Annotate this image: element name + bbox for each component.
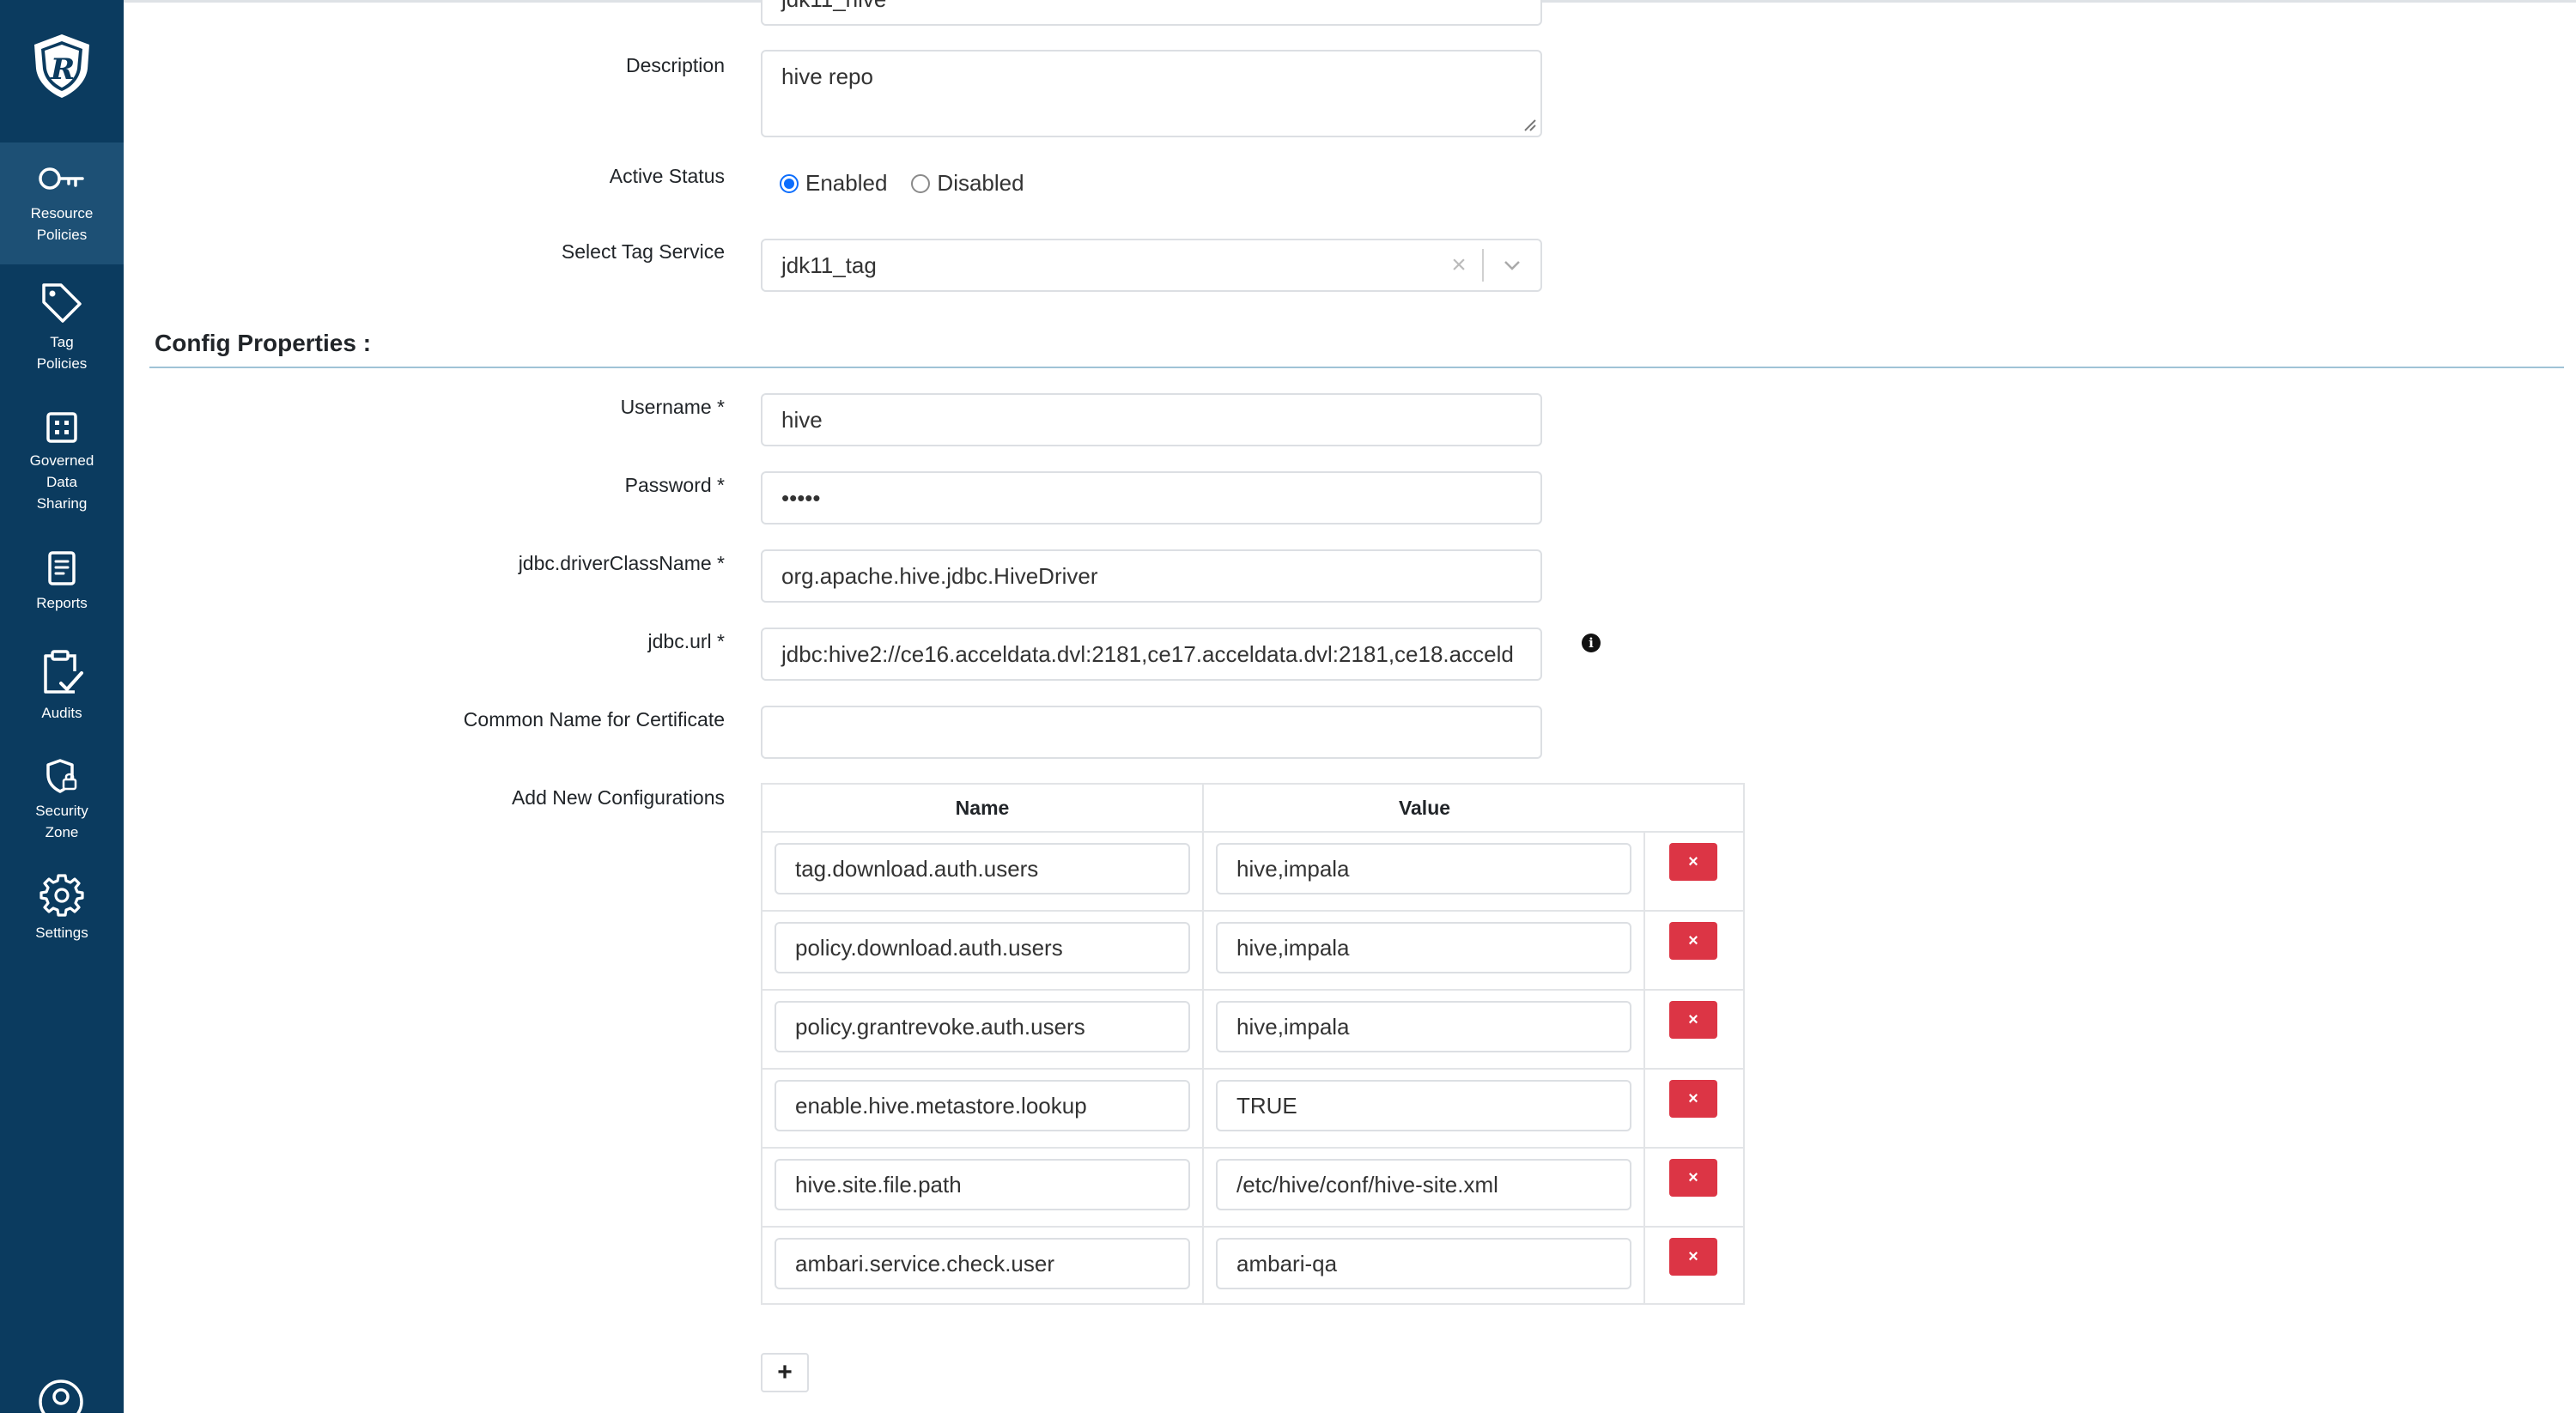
chevron-down-icon[interactable] (1484, 240, 1540, 290)
delete-row-button[interactable]: × (1669, 1238, 1717, 1276)
disabled-radio[interactable] (911, 173, 931, 193)
delete-row-button[interactable]: × (1669, 922, 1717, 960)
config-value-input[interactable]: ambari-qa (1216, 1238, 1631, 1289)
password-label: Password * (624, 474, 725, 496)
info-icon[interactable]: i (1582, 634, 1601, 652)
delete-row-button[interactable]: × (1669, 1001, 1717, 1039)
row-divider (762, 910, 1743, 912)
config-value-input[interactable]: /etc/hive/conf/hive-site.xml (1216, 1159, 1631, 1210)
sidebar-item-settings[interactable]: Settings (0, 872, 124, 958)
config-value-input[interactable]: hive,impala (1216, 922, 1631, 973)
row-divider (762, 989, 1743, 991)
svg-text:R: R (50, 52, 75, 87)
gear-icon (39, 874, 84, 917)
sidebar-item-governed-data-sharing[interactable]: Governed Data Sharing (0, 410, 124, 531)
delete-row-button[interactable]: × (1669, 1159, 1717, 1197)
config-name-input[interactable]: hive.site.file.path (775, 1159, 1190, 1210)
enabled-radio[interactable] (780, 173, 799, 193)
select-tag-service-label: Select Tag Service (561, 240, 725, 263)
sidebar-item-security-zone[interactable]: Security Zone (0, 757, 124, 857)
report-icon (48, 551, 76, 585)
common-name-label: Common Name for Certificate (463, 708, 725, 731)
section-divider (149, 367, 2564, 368)
clipboard-check-icon (44, 650, 83, 694)
sidebar-item-label: Reports (36, 595, 88, 611)
delete-row-button[interactable]: × (1669, 1080, 1717, 1118)
sidebar-item-label: Governed Data Sharing (29, 452, 94, 512)
description-textarea[interactable]: hive repo (761, 50, 1542, 137)
tag-service-value: jdk11_tag (781, 252, 877, 278)
active-status-label: Active Status (609, 165, 725, 187)
sidebar-item-label: Security Zone (35, 803, 88, 840)
active-status-radios: Enabled Disabled (780, 170, 1048, 197)
jdbc-url-input[interactable]: jdbc:hive2://ce16.acceldata.dvl:2181,ce1… (761, 628, 1542, 681)
row-divider (762, 1226, 1743, 1228)
tag-service-select[interactable]: jdk11_tag × (761, 239, 1542, 292)
add-configuration-button[interactable]: + (761, 1353, 809, 1392)
grid-icon (46, 412, 77, 443)
jdbc-url-label: jdbc.url * (647, 630, 725, 652)
config-table: Name Value tag.download.auth.users hive,… (761, 783, 1745, 1305)
config-name-input[interactable]: policy.grantrevoke.auth.users (775, 1001, 1190, 1052)
config-name-input[interactable]: enable.hive.metastore.lookup (775, 1080, 1190, 1131)
sidebar-item-audits[interactable]: Audits (0, 649, 124, 743)
resize-grip-icon[interactable] (1522, 117, 1537, 132)
clear-selection-icon[interactable]: × (1436, 240, 1482, 290)
sidebar-item-label: Audits (41, 705, 82, 721)
username-label: Username * (620, 396, 725, 418)
shield-lock-icon (46, 759, 77, 793)
password-input[interactable]: ••••• (761, 471, 1542, 525)
jdbc-driver-input[interactable]: org.apache.hive.jdbc.HiveDriver (761, 549, 1542, 603)
config-value-input[interactable]: hive,impala (1216, 843, 1631, 894)
config-name-input[interactable]: ambari.service.check.user (775, 1238, 1190, 1289)
sidebar-item-resource-policies[interactable]: Resource Policies (0, 142, 124, 264)
row-divider (762, 1068, 1743, 1070)
username-input[interactable]: hive (761, 393, 1542, 446)
sidebar-item-label: Settings (35, 925, 88, 941)
value-column-header: Value (1398, 796, 1451, 819)
config-name-input[interactable]: tag.download.auth.users (775, 843, 1190, 894)
delete-row-button[interactable]: × (1669, 843, 1717, 881)
service-name-input[interactable]: jdk11_hive (761, 0, 1542, 26)
name-column-header: Name (955, 796, 1010, 819)
key-icon (39, 167, 84, 190)
config-name-input[interactable]: policy.download.auth.users (775, 922, 1190, 973)
ranger-logo-icon[interactable]: R (26, 31, 98, 100)
header-divider (762, 831, 1743, 833)
tag-icon (42, 283, 82, 323)
sidebar-item-label: Tag Policies (36, 334, 88, 372)
enabled-radio-label[interactable]: Enabled (805, 170, 887, 197)
sidebar: R Resource Policies Tag Policies Governe… (0, 0, 124, 1424)
user-profile-icon[interactable] (38, 1379, 84, 1425)
description-value: hive repo (781, 64, 873, 89)
jdbc-driver-label: jdbc.driverClassName * (518, 552, 725, 574)
row-divider (762, 1147, 1743, 1149)
sidebar-item-label: Resource Policies (30, 205, 94, 243)
config-value-input[interactable]: hive,impala (1216, 1001, 1631, 1052)
sidebar-item-reports[interactable]: Reports (0, 549, 124, 635)
sidebar-item-tag-policies[interactable]: Tag Policies (0, 280, 124, 391)
column-divider (1643, 831, 1645, 1303)
disabled-radio-label[interactable]: Disabled (937, 170, 1024, 197)
config-value-input[interactable]: TRUE (1216, 1080, 1631, 1131)
description-label: Description (625, 54, 725, 76)
common-name-input[interactable] (761, 706, 1542, 759)
config-properties-title: Config Properties : (155, 330, 372, 356)
add-new-configurations-label: Add New Configurations (511, 786, 725, 809)
